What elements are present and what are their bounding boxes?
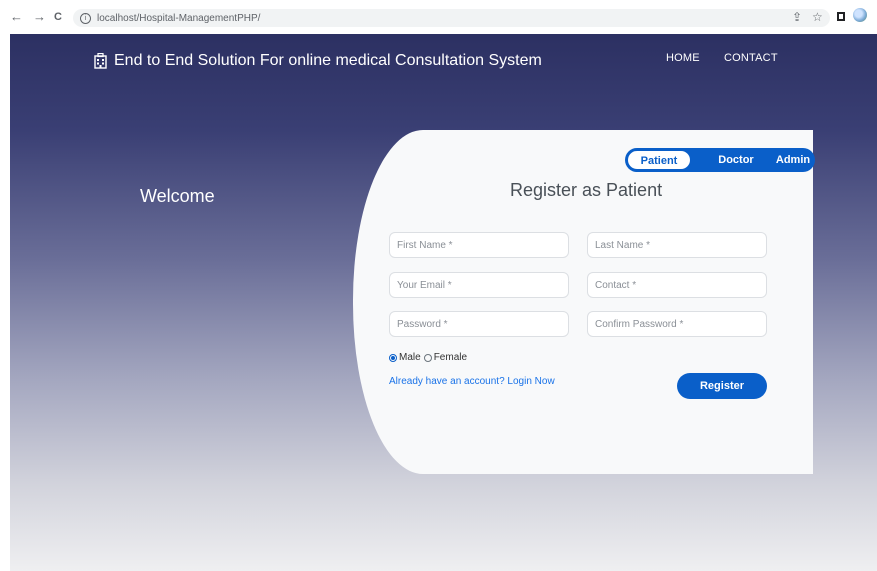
- first-name-input[interactable]: [389, 232, 569, 258]
- tab-admin[interactable]: Admin: [771, 148, 815, 172]
- tab-doctor[interactable]: Doctor: [709, 148, 763, 172]
- forward-button[interactable]: →: [33, 9, 46, 25]
- brand-title: End to End Solution For online medical C…: [114, 52, 542, 69]
- browser-toolbar: ← → C i localhost/Hospital-ManagementPHP…: [0, 0, 877, 34]
- tab-patient[interactable]: Patient: [627, 150, 691, 170]
- password-input[interactable]: [389, 311, 569, 337]
- bookmark-star-icon[interactable]: ☆: [812, 9, 823, 25]
- confirm-password-input[interactable]: [587, 311, 767, 337]
- form-title: Register as Patient: [510, 180, 663, 200]
- info-icon[interactable]: i: [80, 12, 91, 24]
- url-text: localhost/Hospital-ManagementPHP/: [97, 12, 261, 24]
- contact-input[interactable]: [587, 272, 767, 298]
- share-icon[interactable]: ⇪: [792, 9, 802, 25]
- radio-male[interactable]: [389, 353, 397, 362]
- radio-female[interactable]: [423, 353, 432, 362]
- hospital-icon: [94, 53, 107, 69]
- radio-female-label: Female: [433, 352, 468, 363]
- radio-male-label: Male: [399, 352, 421, 363]
- sidebar-icon[interactable]: [837, 12, 845, 21]
- address-bar[interactable]: i localhost/Hospital-ManagementPHP/: [73, 9, 830, 27]
- profile-avatar-icon[interactable]: [853, 8, 867, 22]
- login-link[interactable]: Already have an account? Login Now: [389, 376, 555, 387]
- brand[interactable]: End to End Solution For online medical C…: [94, 50, 542, 72]
- welcome-heading: Welcome: [140, 186, 215, 206]
- role-toggle: Patient Doctor Admin: [625, 148, 815, 172]
- gender-group: Male Female: [389, 352, 467, 363]
- last-name-input[interactable]: [587, 232, 767, 258]
- nav-home-link[interactable]: HOME: [666, 52, 700, 64]
- back-button[interactable]: ←: [10, 9, 23, 25]
- nav-contact-link[interactable]: CONTACT: [724, 52, 778, 64]
- page-background: End to End Solution For online medical C…: [10, 34, 877, 571]
- email-input[interactable]: [389, 272, 569, 298]
- reload-button[interactable]: C: [54, 9, 62, 25]
- register-button[interactable]: Register: [677, 373, 767, 399]
